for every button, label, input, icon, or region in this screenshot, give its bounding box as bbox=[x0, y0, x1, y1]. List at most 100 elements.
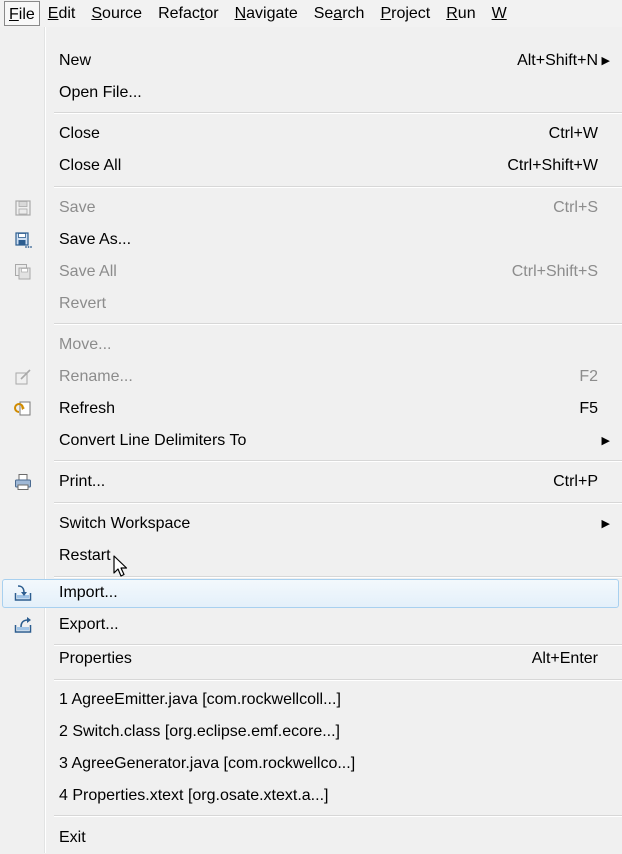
menu-item-properties[interactable]: Properties Alt+Enter bbox=[0, 643, 622, 675]
menu-separator bbox=[54, 460, 622, 462]
menubar-mnemonic: F bbox=[9, 6, 19, 23]
menubar-mnemonic: N bbox=[234, 5, 247, 22]
menu-item-recent-file[interactable]: 4 Properties.xtext [org.osate.xtext.a...… bbox=[0, 780, 622, 812]
menubar-search[interactable]: Search bbox=[306, 1, 373, 26]
menu-item-label: 4 Properties.xtext [org.osate.xtext.a...… bbox=[59, 787, 329, 804]
menu-item-label: Save bbox=[59, 199, 96, 216]
menu-item-label: Restart bbox=[59, 547, 111, 564]
menu-item-label: Switch Workspace bbox=[59, 515, 191, 532]
refresh-icon bbox=[14, 401, 31, 416]
save-all-icon bbox=[15, 264, 31, 280]
menu-item-print[interactable]: Print... Ctrl+P bbox=[0, 466, 622, 498]
menubar-label: or bbox=[204, 5, 219, 22]
menubar-refactor[interactable]: Refactor bbox=[150, 1, 226, 26]
menu-item-recent-file[interactable]: 3 AgreeGenerator.java [com.rockwellco...… bbox=[0, 748, 622, 780]
menu-item-close-all[interactable]: Close All Ctrl+Shift+W bbox=[0, 150, 622, 182]
menu-item-label: Close bbox=[59, 125, 100, 142]
menubar-edit[interactable]: Edit bbox=[40, 1, 84, 26]
menu-item-new[interactable]: New Alt+Shift+N ▶ bbox=[0, 45, 622, 77]
menu-separator bbox=[54, 112, 622, 114]
menubar-window[interactable]: W bbox=[484, 1, 515, 26]
menu-item-label: Close All bbox=[59, 157, 122, 174]
menu-item-shortcut: Ctrl+S bbox=[553, 199, 598, 216]
menubar-mnemonic: a bbox=[333, 5, 343, 22]
menubar-source[interactable]: Source bbox=[83, 1, 150, 26]
menu-item-rename[interactable]: Rename... F2 bbox=[0, 361, 622, 393]
menu-item-open-file[interactable]: Open File... bbox=[0, 77, 622, 109]
menu-item-shortcut: Ctrl+W bbox=[548, 125, 598, 142]
import-icon bbox=[14, 585, 32, 601]
menubar-run[interactable]: Run bbox=[438, 1, 483, 26]
menu-item-export[interactable]: Export... bbox=[0, 609, 622, 641]
menu-item-label: Properties bbox=[59, 650, 132, 667]
menu-separator bbox=[54, 815, 622, 817]
menu-item-recent-file[interactable]: 1 AgreeEmitter.java [com.rockwellcoll...… bbox=[0, 684, 622, 716]
save-icon bbox=[15, 200, 31, 216]
menu-item-switch-workspace[interactable]: Switch Workspace ▶ bbox=[0, 508, 622, 540]
export-icon bbox=[14, 617, 32, 633]
menu-item-label: 3 AgreeGenerator.java [com.rockwellco...… bbox=[59, 755, 356, 772]
menu-item-label: Move... bbox=[59, 336, 112, 353]
submenu-arrow-icon: ▶ bbox=[601, 435, 610, 447]
menu-item-import[interactable]: Import... bbox=[0, 577, 622, 609]
menu-item-label: 1 AgreeEmitter.java [com.rockwellcoll...… bbox=[59, 691, 341, 708]
menu-item-move[interactable]: Move... bbox=[0, 329, 622, 361]
menu-item-label: Refresh bbox=[59, 400, 116, 417]
menu-item-label: Import... bbox=[59, 584, 118, 601]
menu-item-label: Open File... bbox=[59, 84, 142, 101]
menubar-file[interactable]: File bbox=[4, 1, 40, 26]
menu-item-label: Exit bbox=[59, 829, 86, 846]
menu-separator bbox=[54, 502, 622, 504]
menu-item-shortcut: F5 bbox=[579, 400, 598, 417]
menubar-label: dit bbox=[58, 5, 76, 22]
rename-icon bbox=[15, 369, 31, 385]
menu-item-label: Revert bbox=[59, 295, 107, 312]
menu-item-label: Convert Line Delimiters To bbox=[59, 432, 247, 449]
menu-bar: File Edit Source Refactor Navigate Searc… bbox=[0, 0, 622, 28]
menu-item-label: 2 Switch.class [org.eclipse.emf.ecore...… bbox=[59, 723, 340, 740]
submenu-arrow-icon: ▶ bbox=[601, 518, 610, 530]
menubar-label: un bbox=[457, 5, 476, 22]
menu-item-close[interactable]: Close Ctrl+W bbox=[0, 118, 622, 150]
menubar-mnemonic: E bbox=[47, 5, 59, 22]
menu-item-revert[interactable]: Revert bbox=[0, 288, 622, 320]
menubar-mnemonic: S bbox=[91, 5, 103, 22]
menu-separator bbox=[54, 679, 622, 681]
menu-item-recent-file[interactable]: 2 Switch.class [org.eclipse.emf.ecore...… bbox=[0, 716, 622, 748]
menu-item-shortcut: Alt+Enter bbox=[531, 650, 598, 667]
menu-item-shortcut: F2 bbox=[579, 368, 598, 385]
menu-item-save[interactable]: Save Ctrl+S bbox=[0, 192, 622, 224]
file-menu-dropdown: New Alt+Shift+N ▶ Open File... Close Ctr… bbox=[0, 27, 622, 853]
print-icon bbox=[15, 474, 31, 490]
menu-item-shortcut: Ctrl+Shift+W bbox=[507, 157, 598, 174]
menubar-label: roject bbox=[391, 5, 431, 22]
menu-item-save-as[interactable]: Save As... bbox=[0, 224, 622, 256]
menu-item-shortcut: Ctrl+Shift+S bbox=[511, 263, 598, 280]
save-as-icon bbox=[15, 232, 32, 248]
submenu-arrow-icon: ▶ bbox=[601, 55, 610, 67]
menubar-navigate[interactable]: Navigate bbox=[227, 1, 306, 26]
menubar-mnemonic: P bbox=[380, 5, 392, 22]
menu-item-label: Print... bbox=[59, 473, 106, 490]
menubar-label: Refac bbox=[158, 5, 200, 22]
menu-item-convert-line-delimiters[interactable]: Convert Line Delimiters To ▶ bbox=[0, 425, 622, 457]
menu-item-shortcut: Ctrl+P bbox=[553, 473, 598, 490]
menu-separator bbox=[54, 323, 622, 325]
menubar-label: ile bbox=[18, 6, 35, 23]
menubar-label: avigate bbox=[246, 5, 298, 22]
menu-item-label: Export... bbox=[59, 616, 119, 633]
menu-item-label: Rename... bbox=[59, 368, 133, 385]
menubar-mnemonic: R bbox=[446, 5, 458, 22]
menu-item-restart[interactable]: Restart bbox=[0, 540, 622, 572]
menubar-label: rch bbox=[342, 5, 365, 22]
menu-item-label: Save As... bbox=[59, 231, 132, 248]
menu-item-shortcut: Alt+Shift+N bbox=[517, 52, 598, 69]
menu-item-label: New bbox=[59, 52, 92, 69]
menu-separator bbox=[54, 186, 622, 188]
menubar-project[interactable]: Project bbox=[372, 1, 438, 26]
mouse-pointer-icon bbox=[113, 555, 128, 577]
menu-item-exit[interactable]: Exit bbox=[0, 822, 622, 854]
menu-item-save-all[interactable]: Save All Ctrl+Shift+S bbox=[0, 256, 622, 288]
menubar-label: Se bbox=[313, 5, 334, 22]
menu-item-refresh[interactable]: Refresh F5 bbox=[0, 393, 622, 425]
